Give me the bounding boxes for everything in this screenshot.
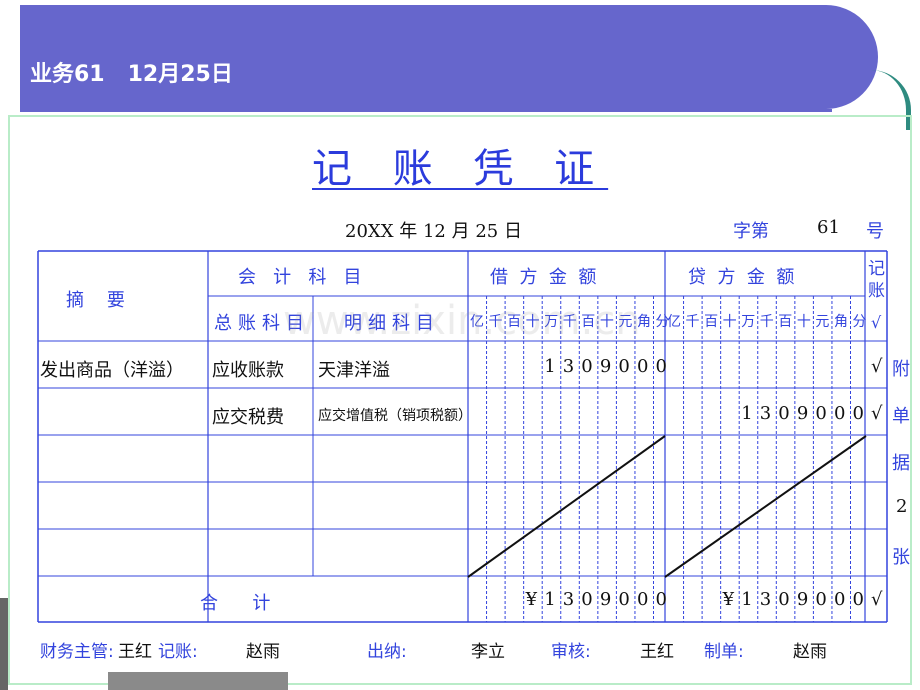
row1-detail-account: 天津洋溢 [318,360,390,381]
total-debit-digit-10: 0 [655,589,667,610]
summary-header: 摘 要 [66,290,125,311]
total-credit-digit-9: 0 [833,589,846,610]
attachment-char-2: 单 [892,406,910,427]
preparer-label: 制单: [704,642,744,662]
row1-debit-digit-10: 0 [655,356,667,377]
supervisor-label: 财务主管: [40,642,114,662]
row1-debit-digit-8: 0 [618,356,630,377]
row1-debit-digit-7: 9 [599,356,612,377]
row2-general-account: 应交税费 [212,407,284,428]
total-label: 合 计 [200,593,271,614]
row1-general-account: 应收账款 [212,360,284,381]
attachment-char-1: 附 [892,359,910,380]
credit-unit-5: 千 [759,314,774,330]
total-credit-digit-7: 9 [796,589,809,610]
row1-posted-mark: √ [871,356,883,377]
total-debit-digit-6: 0 [581,589,593,610]
row2-credit-digit-6: 0 [778,403,790,424]
bookkeeper-label: 记账: [158,642,198,662]
supervisor-name: 王红 [118,642,152,662]
cashier-name: 李立 [471,642,505,662]
credit-unit-10: 分 [852,314,867,330]
posted-header: 记账 [868,259,885,301]
credit-unit-3: 十 [722,314,737,330]
debit-header: 借 方 金 额 [490,267,597,288]
credit-unit-1: 千 [685,314,700,330]
row2-credit-digit-10: 0 [852,403,864,424]
total-debit-digit-4: 1 [544,589,556,610]
row2-detail-account: 应交增值税（销项税额） [318,408,472,424]
total-credit-digit-4: 1 [741,589,753,610]
row2-credit-digit-7: 9 [796,403,809,424]
row1-summary: 发出商品（洋溢） [40,360,184,381]
total-credit-digit-6: 0 [778,589,790,610]
bookkeeper-name: 赵雨 [246,642,280,662]
total-posted-mark: √ [871,589,883,610]
attachment-char-5: 张 [892,547,910,568]
cashier-label: 出纳: [367,642,407,662]
auditor-label: 审核: [551,642,591,662]
grid-line [664,435,867,578]
row2-posted-mark: √ [871,403,883,424]
row2-credit-digit-5: 3 [759,403,772,424]
credit-unit-9: 角 [833,314,848,330]
credit-unit-7: 十 [796,314,811,330]
preparer-name: 赵雨 [793,642,827,662]
total-credit-digit-5: 3 [759,589,772,610]
auditor-name: 王红 [640,642,674,662]
total-credit-digit-8: 0 [815,589,827,610]
row1-debit-digit-4: 1 [544,356,556,377]
attachment-char-3: 据 [892,453,910,474]
row1-debit-digit-6: 0 [581,356,593,377]
total-credit-digit-3: ¥ [722,589,735,610]
accounts-header: 会 计 科 目 [238,267,362,288]
credit-unit-2: 百 [704,314,719,330]
row1-debit-digit-5: 3 [562,356,575,377]
total-debit-digit-7: 9 [599,589,612,610]
posted-header-mark: √ [871,313,882,332]
voucher-grid [37,250,888,623]
credit-unit-0: 亿 [667,314,681,330]
credit-header: 贷 方 金 额 [688,267,795,288]
row2-credit-digit-4: 1 [741,403,753,424]
total-debit-digit-9: 0 [636,589,649,610]
total-debit-digit-8: 0 [618,589,630,610]
credit-unit-4: 万 [741,314,756,330]
credit-unit-6: 百 [778,314,793,330]
credit-unit-8: 元 [815,314,830,330]
total-credit-digit-10: 0 [852,589,864,610]
total-debit-digit-5: 3 [562,589,575,610]
attachment-count: 2 [896,496,908,517]
row2-credit-digit-8: 0 [815,403,827,424]
row2-credit-digit-9: 0 [833,403,846,424]
total-debit-digit-3: ¥ [525,589,538,610]
row1-debit-digit-9: 0 [636,356,649,377]
watermark: www.zixin.com.cn [283,298,641,344]
